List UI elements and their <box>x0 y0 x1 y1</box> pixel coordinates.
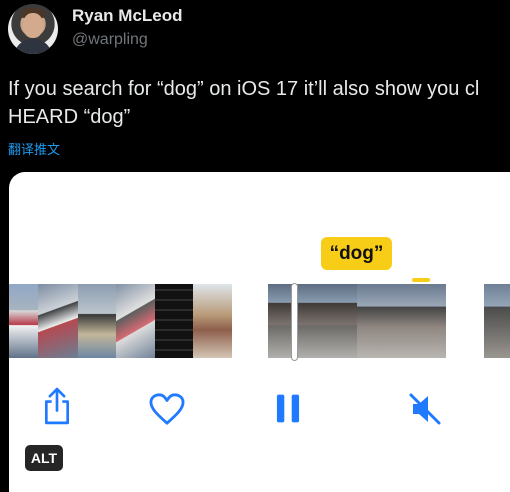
share-icon[interactable] <box>41 386 73 426</box>
avatar-face <box>23 13 43 38</box>
timeline-thumbnail <box>484 284 510 358</box>
author-display-name[interactable]: Ryan McLeod <box>72 6 183 26</box>
timeline-thumbnail <box>357 284 446 358</box>
query-marker <box>412 278 430 282</box>
timeline-thumbnail-partial[interactable] <box>484 284 510 358</box>
timeline-thumbnail <box>38 284 78 358</box>
pause-icon[interactable] <box>276 393 300 424</box>
tweet-line-1: If you search for “dog” on iOS 17 it’ll … <box>8 78 480 100</box>
timeline-thumbnail <box>116 284 155 358</box>
timeline-thumbnail <box>155 284 193 358</box>
heart-icon[interactable] <box>148 392 186 426</box>
timeline-playhead[interactable] <box>292 284 297 360</box>
search-query-badge: “dog” <box>321 237 392 270</box>
tweet-media[interactable]: “dog” <box>9 172 510 492</box>
translate-tweet-link[interactable]: 翻译推文 <box>8 139 60 158</box>
timeline-thumbnail <box>9 284 38 358</box>
author-avatar[interactable] <box>8 4 58 54</box>
timeline-thumbnail <box>78 284 116 358</box>
timeline-thumbnail <box>268 284 357 358</box>
video-timeline-strip[interactable] <box>9 284 232 358</box>
tweet-body: If you search for “dog” on iOS 17 it’ll … <box>8 75 510 131</box>
tweet-line-2: HEARD “dog” <box>8 106 131 128</box>
alt-text-badge[interactable]: ALT <box>25 445 63 471</box>
timeline-thumbnail <box>193 284 232 358</box>
avatar-shirt <box>14 39 52 54</box>
speaker-muted-icon[interactable] <box>406 390 444 428</box>
author-handle[interactable]: @warpling <box>72 31 148 49</box>
